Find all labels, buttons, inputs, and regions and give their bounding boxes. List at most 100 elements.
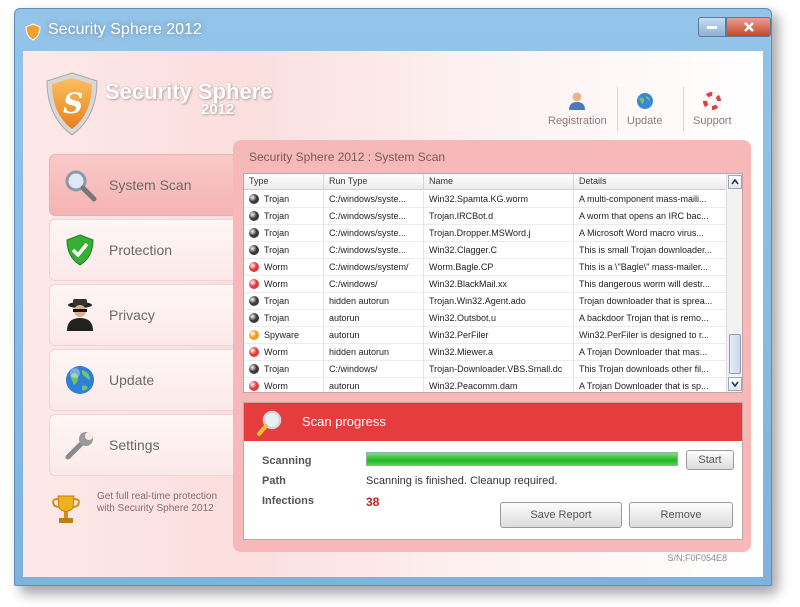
title-bar[interactable]: Security Sphere 2012	[15, 9, 771, 51]
serial-number: S/N:F0F054E8	[667, 553, 727, 563]
cell-type: Trojan	[244, 242, 324, 259]
trophy-icon	[52, 495, 80, 523]
cell-run-type: C:/windows/syste...	[324, 242, 424, 259]
spy-icon	[67, 299, 93, 331]
table-row[interactable]: Trojan hidden autorun Trojan.Win32.Agent.a…	[244, 293, 728, 310]
minimize-icon	[707, 26, 717, 29]
path-value: Scanning is finished. Cleanup required.	[366, 475, 558, 487]
sidebar-item-system-scan[interactable]: System Scan	[49, 154, 249, 216]
table-row[interactable]: Worm hidden autorun Win32.Miewer.a A Trojan…	[244, 344, 728, 361]
cell-run-type: C:/windows/syste...	[324, 208, 424, 225]
table-row[interactable]: Worm C:/windows/Win32.BlackMail.xx This da…	[244, 276, 728, 293]
sidebar-item-privacy[interactable]: Privacy	[49, 284, 237, 346]
cell-name: Win32.Miewer.a	[424, 344, 574, 361]
cell-name: Trojan.IRCBot.d	[424, 208, 574, 225]
cell-run-type: hidden autorun	[324, 344, 424, 361]
column-header-name[interactable]: Name	[424, 174, 574, 190]
cell-details: This is small Trojan downloader...	[574, 242, 728, 259]
scroll-thumb[interactable]	[729, 334, 741, 374]
cell-type: Trojan	[244, 191, 324, 208]
cell-details: A worm that opens an IRC bac...	[574, 208, 728, 225]
column-header-details[interactable]: Details	[574, 174, 728, 190]
cell-details: Win32.PerFiler is designed to r...	[574, 327, 728, 344]
table-row[interactable]: Trojan C:/windows/syste... Trojan.Dropper.…	[244, 225, 728, 242]
sidebar-item-protection[interactable]: Protection	[49, 219, 237, 281]
path-label: Path	[262, 475, 286, 487]
cell-type: Trojan	[244, 293, 324, 310]
sidebar-item-label: Protection	[109, 242, 173, 258]
table-row[interactable]: Trojan C:/windows/syste... Win32.Spamta.KG…	[244, 191, 728, 208]
cell-run-type: C:/windows/syste...	[324, 225, 424, 242]
cell-run-type: C:/windows/	[324, 361, 424, 378]
client-area: S Security Sphere 2012 Registration Upda…	[23, 51, 763, 577]
save-report-button[interactable]: Save Report	[500, 502, 622, 528]
cell-run-type: C:/windows/system/	[324, 259, 424, 276]
scroll-down-arrow[interactable]	[728, 377, 742, 391]
sidebar-item-settings[interactable]: Settings	[49, 414, 237, 476]
cell-type: Trojan	[244, 361, 324, 378]
sidebar-item-label: Settings	[109, 437, 160, 453]
cell-type: Trojan	[244, 208, 324, 225]
table-row[interactable]: Trojan autorun Win32.Outsbot.u A backdoor T…	[244, 310, 728, 327]
cell-name: Win32.Clagger.C	[424, 242, 574, 259]
scan-progress-title: Scan progress	[302, 414, 386, 429]
remove-button[interactable]: Remove	[629, 502, 733, 528]
minimize-button[interactable]	[698, 17, 726, 37]
person-icon	[569, 92, 586, 110]
start-button[interactable]: Start	[686, 450, 734, 470]
cell-type: Spyware	[244, 327, 324, 344]
table-row[interactable]: Worm autorun Win32.Peacomm.dam A Trojan Dow…	[244, 378, 728, 392]
column-header-type[interactable]: Type	[244, 174, 324, 190]
table-row[interactable]: Trojan C:/windows/syste... Win32.Clagger.C…	[244, 242, 728, 259]
support-label: Support	[693, 115, 732, 127]
cell-name: Win32.PerFiler	[424, 327, 574, 344]
cell-type: Worm	[244, 378, 324, 392]
cell-details: A Trojan Downloader that mas...	[574, 344, 728, 361]
app-window: Security Sphere 2012 S Security Sphere 2…	[14, 8, 772, 586]
table-scrollbar[interactable]	[726, 174, 742, 392]
globe-icon	[636, 93, 653, 109]
chevron-down-icon	[731, 381, 739, 387]
system-scan-panel: Security Sphere 2012 : System Scan Type …	[233, 140, 751, 552]
registration-button[interactable]: Registration	[548, 91, 607, 127]
cell-details: This is a \"Bagle\" mass-mailer...	[574, 259, 728, 276]
cell-name: Trojan.Win32.Agent.ado	[424, 293, 574, 310]
table-row[interactable]: Spyware autorun Win32.PerFiler Win32.PerFil…	[244, 327, 728, 344]
cell-details: Trojan downloader that is sprea...	[574, 293, 728, 310]
lifebuoy-icon	[703, 92, 722, 110]
update-top-button[interactable]: Update	[627, 91, 662, 127]
close-button[interactable]	[726, 17, 771, 37]
cell-run-type: hidden autorun	[324, 293, 424, 310]
registration-label: Registration	[548, 115, 607, 127]
chevron-up-icon	[731, 179, 739, 185]
column-header-run-type[interactable]: Run Type	[324, 174, 424, 190]
panel-title: Security Sphere 2012 : System Scan	[249, 150, 446, 164]
shield-check-icon	[66, 234, 94, 266]
sidebar-item-label: Update	[109, 372, 155, 388]
cell-type: Trojan	[244, 310, 324, 327]
scroll-up-arrow[interactable]	[728, 175, 742, 189]
sidebar-item-label: System Scan	[109, 177, 192, 193]
cell-details: A backdoor Trojan that is remo...	[574, 310, 728, 327]
cell-type: Trojan	[244, 225, 324, 242]
table-row[interactable]: Trojan C:/windows/syste... Trojan.IRCBot.d…	[244, 208, 728, 225]
globe-icon	[66, 366, 94, 394]
table-row[interactable]: Worm C:/windows/system/Worm.Bagle.CP This …	[244, 259, 728, 276]
sidebar-item-update[interactable]: Update	[49, 349, 237, 411]
scan-progress-header: Scan progress	[244, 403, 742, 441]
cell-type: Worm	[244, 344, 324, 361]
table-header: Type Run Type Name Details	[244, 174, 728, 190]
cell-details: A multi-component mass-maili...	[574, 191, 728, 208]
shield-logo-icon	[25, 23, 41, 41]
cell-details: This dangerous worm will destr...	[574, 276, 728, 293]
window-title: Security Sphere 2012	[48, 21, 202, 38]
table-row[interactable]: Trojan C:/windows/Trojan-Downloader.VBS.S…	[244, 361, 728, 378]
scan-progress-bar	[366, 452, 678, 466]
cell-details: A Microsoft Word macro virus...	[574, 225, 728, 242]
support-button[interactable]: Support	[693, 91, 732, 127]
scan-progress-box: Scan progress Scanning Start Path Scanni…	[243, 402, 743, 540]
cell-name: Win32.Spamta.KG.worm	[424, 191, 574, 208]
sidebar-item-label: Privacy	[109, 307, 155, 323]
magnifier-icon	[257, 410, 282, 436]
cell-name: Win32.Peacomm.dam	[424, 378, 574, 392]
